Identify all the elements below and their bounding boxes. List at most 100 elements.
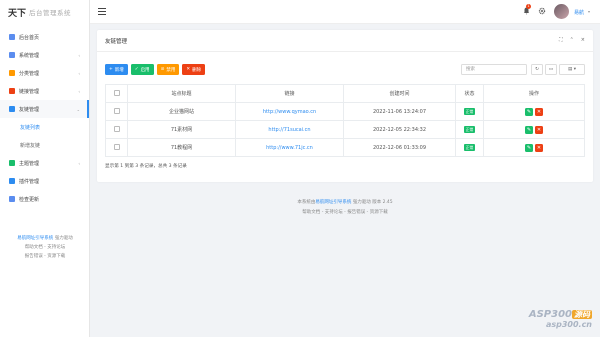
disable-button[interactable]: ⊘ 禁用 bbox=[156, 64, 180, 75]
chevron-left-icon: ‹ bbox=[78, 70, 80, 76]
topbar: 1 易航 ▾ bbox=[90, 0, 600, 24]
pagination-summary: 显示第 1 到第 3 条记录，总共 3 条记录 bbox=[105, 164, 187, 169]
gear-icon[interactable] bbox=[538, 7, 546, 15]
friend-links-panel: 友链管理 ⛶ ⌃ × + 新增 ✓ 启用 ⊘ 禁用 ✕ 删除 搜索 ↻ ▭ ▤ ▾ 站点… bbox=[97, 30, 593, 182]
avatar[interactable] bbox=[554, 4, 569, 19]
actions-cell: ✎ ✕ bbox=[483, 138, 585, 157]
powered-by-suffix: 强力驱动 bbox=[54, 236, 73, 241]
status-badge[interactable]: 正常 bbox=[463, 107, 476, 115]
logo-system-name: 后台管理系统 bbox=[29, 9, 72, 17]
edit-icon[interactable]: ✎ bbox=[525, 107, 533, 116]
ban-icon: ⊘ bbox=[160, 67, 165, 72]
delete-button[interactable]: ✕ 删除 bbox=[182, 64, 206, 75]
username[interactable]: 易航 bbox=[574, 9, 584, 16]
delete-button-label: 删除 bbox=[192, 67, 202, 73]
sidebar-item-category[interactable]: 分类管理 ‹ bbox=[0, 64, 89, 82]
sidebar-item-label: 后台首页 bbox=[19, 34, 40, 41]
plus-icon: + bbox=[109, 67, 113, 72]
add-button[interactable]: + 新增 bbox=[105, 64, 128, 75]
row-checkbox[interactable] bbox=[113, 143, 120, 150]
column-header[interactable]: 站点标题 bbox=[127, 84, 236, 103]
status-cell: 正常 bbox=[455, 138, 484, 157]
action-toolbar: + 新增 ✓ 启用 ⊘ 禁用 ✕ 删除 bbox=[105, 64, 206, 75]
edit-icon[interactable]: ✎ bbox=[525, 125, 533, 134]
delete-icon[interactable]: ✕ bbox=[535, 107, 543, 116]
sidebar-subitem-add-friend[interactable]: 新增友链 bbox=[0, 136, 89, 154]
category-icon bbox=[9, 70, 15, 76]
update-icon bbox=[9, 196, 15, 202]
column-header[interactable]: 状态 bbox=[455, 84, 484, 103]
menu-toggle-icon[interactable] bbox=[98, 8, 106, 15]
panel-title: 友链管理 bbox=[105, 38, 128, 45]
sidebar-item-system[interactable]: 系统管理 ‹ bbox=[0, 46, 89, 64]
sidebar-item-label: 检查更新 bbox=[19, 196, 40, 203]
footer-prefix: 本系统由 bbox=[297, 200, 316, 205]
table-row: 71素材网 http://71sucai.cn 2022-12-05 22:34… bbox=[105, 120, 585, 139]
sidebar-item-home[interactable]: 后台首页 bbox=[0, 28, 89, 46]
sidebar-item-label: 插件管理 bbox=[19, 178, 40, 185]
notification-badge: 1 bbox=[526, 4, 531, 9]
refresh-icon[interactable]: ↻ bbox=[531, 64, 543, 75]
columns-icon[interactable]: ▤ ▾ bbox=[559, 64, 585, 75]
watermark-tag: 源码 bbox=[572, 310, 592, 319]
home-icon bbox=[9, 34, 15, 40]
sidebar-item-update[interactable]: 检查更新 bbox=[0, 190, 89, 208]
actions-cell: ✎ ✕ bbox=[483, 120, 585, 139]
row-checkbox[interactable] bbox=[113, 125, 120, 132]
sidebar-item-label: 系统管理 bbox=[19, 52, 40, 59]
footer-powered-link[interactable]: 易航网址引导系统 bbox=[315, 200, 351, 205]
sidebar-item-label: 主题管理 bbox=[19, 160, 40, 167]
site-url-cell: http://71sucai.cn bbox=[235, 120, 344, 139]
status-cell: 正常 bbox=[455, 120, 484, 139]
watermark-domain: asp300.cn bbox=[545, 320, 592, 329]
status-badge[interactable]: 正常 bbox=[463, 125, 476, 133]
help-links[interactable]: 帮助文档 - 支持论坛 bbox=[0, 243, 90, 252]
sidebar-item-theme[interactable]: 主题管理 ‹ bbox=[0, 154, 89, 172]
site-url-link[interactable]: http://71sucai.cn bbox=[268, 127, 310, 133]
delete-icon[interactable]: ✕ bbox=[535, 125, 543, 134]
chevron-down-icon[interactable]: ▾ bbox=[588, 9, 590, 14]
column-header[interactable]: 创建时间 bbox=[343, 84, 456, 103]
status-badge[interactable]: 正常 bbox=[463, 143, 476, 151]
logo-brand: 天下 bbox=[8, 8, 27, 19]
table-row: 71教程网 http://www.71jc.cn 2022-12-06 01:3… bbox=[105, 138, 585, 157]
select-all-checkbox[interactable] bbox=[113, 89, 120, 96]
chevron-left-icon: ‹ bbox=[78, 88, 80, 94]
site-title: 71教程网 bbox=[127, 138, 236, 157]
add-button-label: 新增 bbox=[114, 67, 124, 73]
status-cell: 正常 bbox=[455, 102, 484, 121]
footer-links[interactable]: 帮助文档 - 支持论坛 - 报告错误 - 资源下载 bbox=[97, 209, 593, 215]
watermark-brand-text: ASP300 bbox=[528, 309, 572, 320]
search-input[interactable]: 搜索 bbox=[461, 64, 527, 75]
sidebar-item-links[interactable]: 链接管理 ‹ bbox=[0, 82, 89, 100]
created-time: 2022-11-06 13:24:07 bbox=[343, 102, 456, 121]
close-icon[interactable]: × bbox=[581, 37, 585, 43]
cross-icon: ✕ bbox=[186, 67, 191, 72]
site-url-link[interactable]: http://www.qymao.cn bbox=[263, 109, 316, 115]
chevron-down-icon: ⌄ bbox=[76, 106, 80, 112]
logo[interactable]: 天下 后台管理系统 bbox=[0, 0, 89, 24]
sidebar-subitem-friend-list[interactable]: 友链列表 bbox=[0, 118, 89, 136]
theme-icon bbox=[9, 160, 15, 166]
plugin-icon bbox=[9, 178, 15, 184]
fullscreen-icon[interactable]: ⛶ bbox=[559, 37, 563, 43]
column-header[interactable]: 链接 bbox=[235, 84, 344, 103]
row-select-cell[interactable] bbox=[105, 102, 128, 121]
report-links[interactable]: 报告错误 - 资源下载 bbox=[0, 252, 90, 261]
sidebar-item-friend-links[interactable]: 友链管理 ⌄ bbox=[0, 100, 89, 118]
chevron-left-icon: ‹ bbox=[78, 160, 80, 166]
select-all-cell[interactable] bbox=[105, 84, 128, 103]
check-icon: ✓ bbox=[134, 67, 139, 72]
row-select-cell[interactable] bbox=[105, 120, 128, 139]
edit-icon[interactable]: ✎ bbox=[525, 143, 533, 152]
monitor-icon[interactable]: ▭ bbox=[545, 64, 557, 75]
row-select-cell[interactable] bbox=[105, 138, 128, 157]
sidebar-item-plugins[interactable]: 插件管理 bbox=[0, 172, 89, 190]
delete-icon[interactable]: ✕ bbox=[535, 143, 543, 152]
row-checkbox[interactable] bbox=[113, 107, 120, 114]
collapse-icon[interactable]: ⌃ bbox=[570, 37, 574, 43]
enable-button[interactable]: ✓ 启用 bbox=[130, 64, 154, 75]
sidebar: 天下 后台管理系统 后台首页 系统管理 ‹ 分类管理 ‹ 链接管理 ‹ 友链管理… bbox=[0, 0, 90, 337]
site-url-link[interactable]: http://www.71jc.cn bbox=[266, 145, 313, 151]
powered-by-link[interactable]: 易航网址引导系统 bbox=[17, 236, 53, 241]
